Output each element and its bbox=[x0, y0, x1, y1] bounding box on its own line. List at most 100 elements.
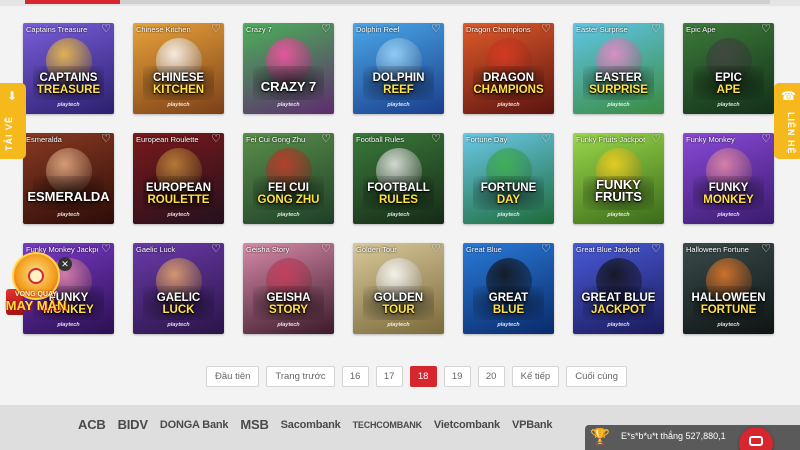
favorite-heart-icon[interactable]: ♡ bbox=[211, 134, 221, 145]
favorite-heart-icon[interactable]: ♡ bbox=[211, 24, 221, 35]
provider-logo: playtech bbox=[277, 322, 300, 328]
game-tile[interactable]: Captains Treasure ♡ CAPTAINS TREASURE playte… bbox=[23, 23, 114, 114]
game-tile[interactable]: Easter Surprise ♡ EASTER SURPRISE playtech bbox=[573, 23, 664, 114]
game-tile[interactable]: Football Rules ♡ FOOTBALL RULES playtech bbox=[353, 133, 444, 224]
favorite-heart-icon[interactable]: ♡ bbox=[651, 244, 661, 255]
lucky-wheel-promo[interactable]: VÒNG QUAY MAY MẮN ✕ bbox=[4, 252, 72, 324]
game-tile[interactable]: European Roulette ♡ EUROPEAN ROULETTE playte… bbox=[133, 133, 224, 224]
game-name: Captains Treasure bbox=[26, 25, 88, 34]
game-title-line1: ESMERALDA bbox=[27, 188, 110, 204]
favorite-heart-icon[interactable]: ♡ bbox=[541, 134, 551, 145]
favorite-heart-icon[interactable]: ♡ bbox=[321, 244, 331, 255]
game-tile[interactable]: Gaelic Luck ♡ GAELIC LUCK playtech bbox=[133, 243, 224, 334]
game-title-line1: HALLOWEEN bbox=[691, 292, 766, 304]
page-20-button[interactable]: 20 bbox=[477, 366, 505, 387]
download-side-label: TẢI VỀ bbox=[4, 115, 14, 151]
game-title-line2: CHAMPIONS bbox=[473, 83, 544, 96]
favorite-heart-icon[interactable]: ♡ bbox=[431, 24, 441, 35]
game-title-line1: EASTER bbox=[595, 72, 642, 84]
favorite-heart-icon[interactable]: ♡ bbox=[541, 24, 551, 35]
game-title-line1: CAPTAINS bbox=[39, 72, 98, 84]
favorite-heart-icon[interactable]: ♡ bbox=[761, 244, 771, 255]
game-tile[interactable]: Fortune Day ♡ FORTUNE DAY playtech bbox=[463, 133, 554, 224]
game-logo-title: FEI CUI GONG ZHU bbox=[243, 182, 334, 206]
game-title-line2: KITCHEN bbox=[152, 83, 205, 96]
game-grid: Captains Treasure ♡ CAPTAINS TREASURE playte… bbox=[23, 23, 774, 334]
page-16-button[interactable]: 16 bbox=[341, 366, 369, 387]
favorite-heart-icon[interactable]: ♡ bbox=[651, 134, 661, 145]
game-title-line1: GAELIC bbox=[156, 292, 201, 304]
first-page-button[interactable]: Đầu tiên bbox=[206, 366, 260, 387]
game-tile[interactable]: Fei Cui Gong Zhu ♡ FEI CUI GONG ZHU playtech bbox=[243, 133, 334, 224]
provider-logo: playtech bbox=[387, 212, 410, 218]
game-tile[interactable]: Great Blue Jackpot ♡ GREAT BLUE JACKPOT play… bbox=[573, 243, 664, 334]
favorite-heart-icon[interactable]: ♡ bbox=[101, 24, 111, 35]
favorite-heart-icon[interactable]: ♡ bbox=[321, 134, 331, 145]
favorite-heart-icon[interactable]: ♡ bbox=[321, 24, 331, 35]
game-title-line2: TOUR bbox=[382, 303, 415, 316]
favorite-heart-icon[interactable]: ♡ bbox=[211, 244, 221, 255]
game-name: Crazy 7 bbox=[246, 25, 272, 34]
favorite-heart-icon[interactable]: ♡ bbox=[101, 134, 111, 145]
favorite-heart-icon[interactable]: ♡ bbox=[101, 244, 111, 255]
game-name: Chinese Kitchen bbox=[136, 25, 191, 34]
game-title-line1: GREAT BLUE bbox=[581, 292, 656, 304]
game-tile[interactable]: Funky Fruits Jackpot ♡ FUNKY FRUITS playtec… bbox=[573, 133, 664, 224]
page-18-button[interactable]: 18 bbox=[409, 366, 437, 387]
game-name: Fortune Day bbox=[466, 135, 508, 144]
promo-line1: VÒNG QUAY bbox=[14, 291, 58, 298]
active-tab-indicator bbox=[25, 0, 120, 4]
favorite-heart-icon[interactable]: ♡ bbox=[651, 24, 661, 35]
game-tile[interactable]: Golden Tour ♡ GOLDEN TOUR playtech bbox=[353, 243, 444, 334]
game-title-line2: MONKEY bbox=[703, 193, 754, 206]
page-17-button[interactable]: 17 bbox=[375, 366, 403, 387]
game-tile[interactable]: Geisha Story ♡ GEISHA STORY playtech bbox=[243, 243, 334, 334]
game-tile[interactable]: Chinese Kitchen ♡ CHINESE KITCHEN playtech bbox=[133, 23, 224, 114]
pagination: Đầu tiên Trang trước 16 17 18 19 20 Kế t… bbox=[206, 366, 627, 387]
favorite-heart-icon[interactable]: ♡ bbox=[541, 244, 551, 255]
provider-logo: playtech bbox=[607, 322, 630, 328]
favorite-heart-icon[interactable]: ♡ bbox=[761, 134, 771, 145]
provider-logo: playtech bbox=[167, 322, 190, 328]
bank-logo-donga: DONGA Bank bbox=[159, 418, 229, 431]
favorite-heart-icon[interactable]: ♡ bbox=[761, 24, 771, 35]
provider-logo: playtech bbox=[497, 212, 520, 218]
game-name: Gaelic Luck bbox=[136, 245, 176, 254]
provider-logo: playtech bbox=[717, 102, 740, 108]
game-name: Easter Surprise bbox=[576, 25, 628, 34]
contact-side-tab[interactable]: ☎ LIÊN HỆ bbox=[774, 83, 800, 159]
last-page-button[interactable]: Cuối cùng bbox=[566, 366, 627, 387]
favorite-heart-icon[interactable]: ♡ bbox=[431, 134, 441, 145]
download-side-tab[interactable]: ⬇ TẢI VỀ bbox=[0, 83, 26, 159]
game-logo-title: DRAGON CHAMPIONS bbox=[463, 72, 554, 96]
game-title-line1: FEI CUI bbox=[268, 182, 309, 194]
game-logo-title: EASTER SURPRISE bbox=[573, 72, 664, 96]
game-title-line1: FUNKY FRUITS bbox=[595, 177, 642, 204]
previous-page-button[interactable]: Trang trước bbox=[266, 366, 335, 387]
favorite-heart-icon[interactable]: ♡ bbox=[431, 244, 441, 255]
game-tile[interactable]: Epic Ape ♡ EPIC APE playtech bbox=[683, 23, 774, 114]
game-logo-title: FUNKY MONKEY bbox=[683, 182, 774, 206]
game-tile[interactable]: Dolphin Reef ♡ DOLPHIN REEF playtech bbox=[353, 23, 444, 114]
page-19-button[interactable]: 19 bbox=[443, 366, 471, 387]
game-tile[interactable]: Halloween Fortune ♡ HALLOWEEN FORTUNE playte… bbox=[683, 243, 774, 334]
promo-close-button[interactable]: ✕ bbox=[58, 257, 72, 271]
game-name: Funky Fruits Jackpot bbox=[576, 135, 646, 144]
game-logo-title: FOOTBALL RULES bbox=[353, 182, 444, 206]
game-tile[interactable]: Dragon Champions ♡ DRAGON CHAMPIONS playtech bbox=[463, 23, 554, 114]
game-title-line1: DOLPHIN bbox=[372, 72, 425, 84]
game-title-line2: APE bbox=[716, 83, 741, 96]
game-tile[interactable]: Funky Monkey ♡ FUNKY MONKEY playtech bbox=[683, 133, 774, 224]
tab-divider bbox=[120, 0, 770, 4]
game-tile[interactable]: Esmeralda ♡ ESMERALDA playtech bbox=[23, 133, 114, 224]
game-title-line2: DAY bbox=[496, 193, 521, 206]
next-page-button[interactable]: Kế tiếp bbox=[511, 366, 560, 387]
game-name: Great Blue bbox=[466, 245, 502, 254]
game-name: Halloween Fortune bbox=[686, 245, 749, 254]
game-title-line1: EPIC bbox=[715, 72, 742, 84]
game-name: Dragon Champions bbox=[466, 25, 531, 34]
game-name: Golden Tour bbox=[356, 245, 397, 254]
game-tile[interactable]: Great Blue ♡ GREAT BLUE playtech bbox=[463, 243, 554, 334]
game-tile[interactable]: Crazy 7 ♡ CRAZY 7 playtech bbox=[243, 23, 334, 114]
game-title-line2: BLUE bbox=[492, 303, 525, 316]
